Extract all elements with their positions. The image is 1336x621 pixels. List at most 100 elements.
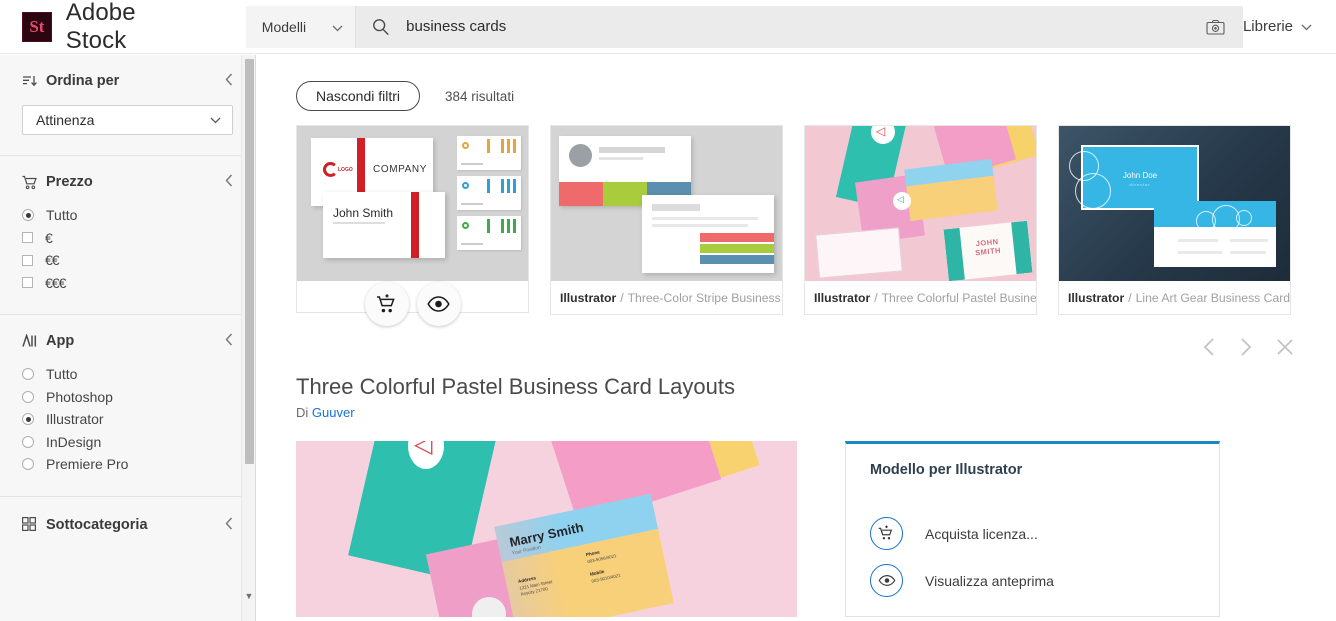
category-select[interactable]: Modelli [245,5,357,48]
buy-license-action[interactable] [364,282,409,326]
sidebar-scrollbar[interactable]: ▼ [241,55,255,621]
sidebar-section-subcategory-title: Sottocategoria [46,516,148,533]
sidebar-section-price-title: Prezzo [46,174,93,190]
camera-search-icon[interactable] [1199,12,1233,42]
result-app: Illustrator [560,290,617,305]
panel-actions: Acquista licenza... Visualizza anteprima [870,510,1195,604]
sidebar-section-subcategory-header[interactable]: Sottocategoria [22,517,233,533]
search-field[interactable] [356,5,1243,48]
preview-action[interactable] [416,282,461,326]
price-option-all[interactable]: Tutto [22,204,233,227]
result-caption: Illustrator / Line Art Gear Business Car… [1059,281,1290,314]
view-preview-label: Visualizza anteprima [925,572,1054,589]
radio-icon[interactable] [22,458,34,471]
sidebar-section-price: Prezzo Tutto € €€ €€€ [0,156,255,315]
chevron-down-icon [1301,20,1312,34]
result-thumbnail[interactable] [551,126,782,281]
checkbox-icon[interactable] [22,277,33,289]
detail-author-line: Di Guuver [296,405,1336,420]
chevron-left-icon[interactable] [225,174,233,190]
app-options: Tutto Photoshop Illustrator InDesign Pre… [22,363,233,476]
page-title: Three Colorful Pastel Business Card Layo… [296,374,735,399]
eye-icon [870,564,903,597]
result-card[interactable]: LOGO COMPANY John Smith [296,125,529,326]
sort-dropdown[interactable]: Attinenza [22,105,233,135]
app-option-all[interactable]: Tutto [22,363,233,386]
caption-separator: / [620,290,624,305]
app-option-label: InDesign [46,433,102,450]
chevron-down-icon [210,113,221,127]
app-option-label: Tutto [46,366,78,383]
result-thumbnail[interactable]: John Doe director [1059,126,1290,281]
adobe-stock-logo-icon: St [22,11,52,42]
brand[interactable]: St Adobe Stock [0,0,202,55]
app-option-illustrator[interactable]: Illustrator [22,408,233,431]
detail-author-link[interactable]: Guuver [312,405,355,420]
checkbox-icon[interactable] [22,254,33,266]
hide-filters-button[interactable]: Nascondi filtri [296,81,421,111]
sidebar-section-app-title: App [46,333,75,349]
chevron-down-icon [332,19,343,35]
price-option-3[interactable]: €€€ [22,272,233,295]
sidebar-section-sort: Ordina per Attinenza [0,55,255,156]
price-option-label: €€€ [45,274,66,291]
sidebar-scrollbar-thumb[interactable] [245,59,254,464]
results-grid: LOGO COMPANY John Smith Illustrator / Th… [257,111,1336,326]
detail-action-panel: Modello per Illustrator Acquista licenza… [845,441,1220,617]
sort-dropdown-value: Attinenza [36,112,95,128]
price-option-label: €€ [45,252,60,269]
app-option-label: Illustrator [46,411,104,428]
radio-icon[interactable] [22,413,34,426]
detail-body: Marry Smith Your Position Address 1221 M… [257,420,1336,617]
app-option-photoshop[interactable]: Photoshop [22,386,233,409]
chevron-right-icon[interactable] [1239,337,1253,361]
result-title: Three-Color Stripe Business C... [627,290,782,305]
sidebar-section-sort-title: Ordina per [46,73,120,89]
libraries-label: Librerie [1242,18,1293,35]
result-app: Illustrator [814,290,871,305]
result-card[interactable]: JOHNSMITH Illustrator / Three Colorful P… [804,125,1037,315]
adobe-app-icon [22,332,37,349]
shopping-cart-icon [22,175,37,190]
radio-icon[interactable] [22,435,34,448]
logo-text: St [29,17,45,36]
app-option-premiere-pro[interactable]: Premiere Pro [22,453,233,476]
caret-down-icon[interactable]: ▼ [242,589,255,603]
results-count: 384 risultati [445,88,515,104]
radio-icon[interactable] [22,390,34,403]
chevron-left-icon[interactable] [225,517,233,533]
chevron-left-icon[interactable] [1202,337,1216,361]
sidebar-section-sort-header[interactable]: Ordina per [22,73,233,89]
search-bar: Modelli [245,5,1243,48]
result-card[interactable]: John Doe director Illustrator / Line Art… [1058,125,1291,315]
result-hover-actions [297,282,528,326]
filters-sidebar: Ordina per Attinenza Prezzo Tutto € €€ €… [0,55,256,621]
search-input[interactable] [406,18,1199,35]
radio-icon[interactable] [22,209,34,222]
sidebar-section-app: App Tutto Photoshop Illustrator InDesign [0,315,255,497]
chevron-left-icon[interactable] [225,73,233,89]
price-option-label: € [45,229,53,246]
radio-icon[interactable] [22,368,34,381]
checkbox-icon[interactable] [22,232,33,244]
view-preview-button[interactable]: Visualizza anteprima [870,557,1195,604]
app-option-indesign[interactable]: InDesign [22,431,233,454]
result-card[interactable]: Illustrator / Three-Color Stripe Busines… [550,125,783,315]
result-caption: Illustrator / Three Colorful Pastel Busi… [805,281,1036,314]
result-title: Three Colorful Pastel Busines... [881,290,1036,305]
libraries-menu[interactable]: Librerie [1243,18,1336,35]
brand-name: Adobe Stock [65,0,136,54]
buy-license-label: Acquista licenza... [925,525,1038,542]
price-option-2[interactable]: €€ [22,249,233,272]
sidebar-section-price-header[interactable]: Prezzo [22,174,233,190]
result-thumbnail[interactable]: LOGO COMPANY John Smith [297,126,528,281]
sidebar-section-subcategory: Sottocategoria [0,497,255,553]
result-title: Line Art Gear Business Card L... [1135,290,1290,305]
buy-license-button[interactable]: Acquista licenza... [870,510,1195,557]
sidebar-section-app-header[interactable]: App [22,332,233,349]
result-thumbnail[interactable]: JOHN SMITH [805,126,1036,281]
close-x-icon[interactable] [1276,338,1294,360]
detail-preview-image[interactable]: Marry Smith Your Position Address 1221 M… [296,441,797,617]
price-option-1[interactable]: € [22,227,233,250]
chevron-left-icon[interactable] [225,333,233,349]
